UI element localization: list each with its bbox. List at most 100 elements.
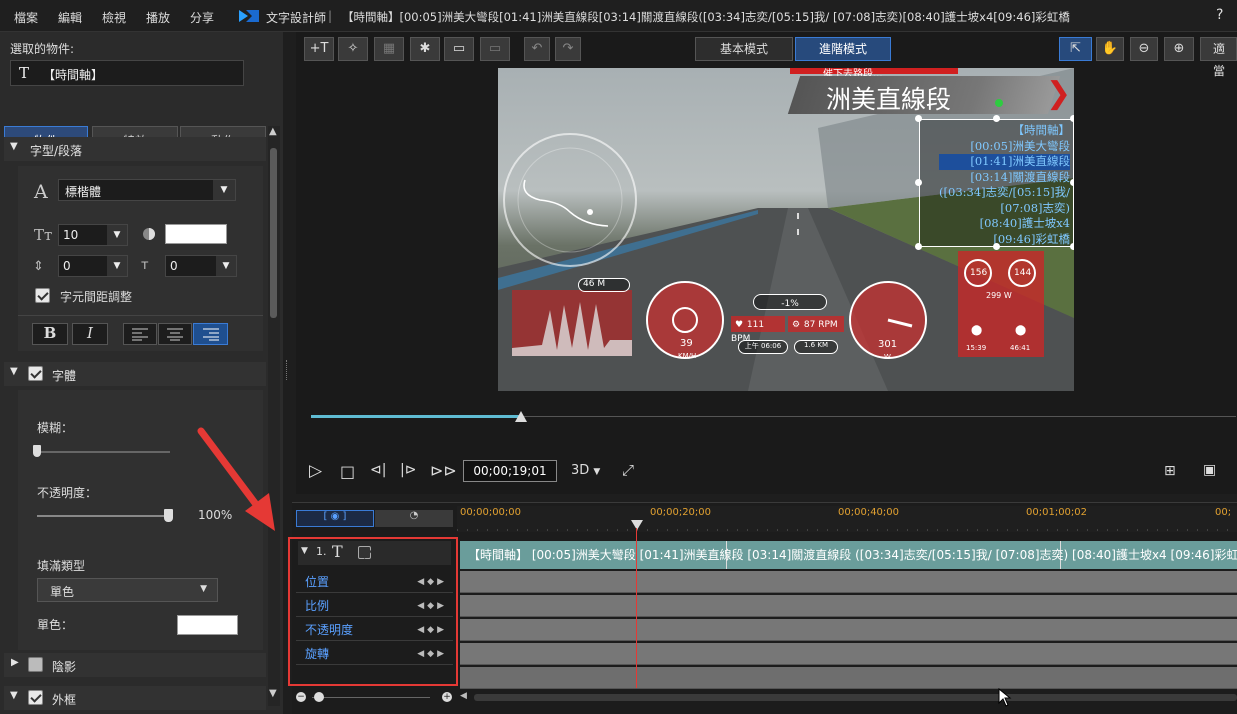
play-button[interactable]: ▷	[309, 461, 322, 481]
zoom-in-icon: ⊕	[1173, 41, 1185, 56]
timeline-zoom-thumb[interactable]	[314, 692, 324, 702]
scroll-left-icon[interactable]: ◀	[460, 691, 467, 701]
menu-play[interactable]: 播放	[146, 9, 170, 26]
timeline-horizontal-scrollbar[interactable]	[474, 694, 1237, 701]
resize-handle[interactable]	[915, 179, 922, 186]
insert-image-button[interactable]: ▦	[374, 37, 404, 61]
undo-button[interactable]: ↶	[524, 37, 550, 61]
text-section-checkbox[interactable]	[28, 366, 43, 381]
scrollbar-thumb[interactable]	[270, 148, 277, 318]
shadow-checkbox[interactable]	[28, 657, 43, 672]
insert-effect-button[interactable]: ✱	[410, 37, 440, 61]
blur-slider-thumb[interactable]	[33, 445, 41, 457]
solid-color-swatch[interactable]	[177, 615, 238, 635]
menu-edit[interactable]: 編輯	[58, 9, 82, 26]
resize-handle[interactable]	[915, 115, 922, 122]
text-section-title: 字體	[52, 369, 77, 383]
resize-handle[interactable]	[993, 243, 1000, 250]
timeline-view-button[interactable]: [ ◉ ]	[296, 510, 374, 527]
menu-share[interactable]: 分享	[190, 9, 214, 26]
align-left-button[interactable]	[123, 323, 157, 345]
cadence-badge: ⚙ 87 RPM	[788, 316, 844, 332]
scroll-up-icon[interactable]: ▲	[269, 126, 277, 137]
scrubber-track[interactable]	[520, 416, 1236, 417]
selected-object-field[interactable]: T 【時間軸】	[10, 60, 244, 86]
insert-background-button[interactable]: ▭	[480, 37, 510, 61]
hr-left-value: 156	[970, 268, 988, 278]
resize-handle[interactable]	[1070, 243, 1074, 250]
timeline-zoom-track[interactable]	[312, 697, 430, 698]
panel-splitter[interactable]	[286, 360, 289, 380]
shadow-section-header[interactable]: ▶ 陰影	[4, 653, 266, 677]
rotate-handle[interactable]	[995, 99, 1003, 107]
font-paragraph-section-header[interactable]: ▼ 字型/段落	[4, 137, 266, 161]
timeline-zoom-out-icon[interactable]: −	[296, 692, 306, 702]
insert-particle-button[interactable]: ✧	[338, 37, 368, 61]
italic-button[interactable]: I	[72, 323, 108, 345]
display-mode-button[interactable]: ▣	[1203, 462, 1216, 478]
3d-toggle[interactable]: 3D ▼	[571, 463, 600, 478]
keyframe-row-opacity[interactable]	[460, 619, 1237, 641]
resize-handle[interactable]	[1070, 115, 1074, 122]
video-preview[interactable]: 催下去路段... 洲美直線段 ❯ 【時間軸】 [00:05]洲美大彎段 [01:…	[498, 68, 1074, 391]
zoom-out-button[interactable]: ⊖	[1130, 37, 1158, 61]
playhead-handle[interactable]	[631, 520, 643, 530]
shoe-right-icon: ⬤	[1015, 325, 1027, 336]
keyframe-row-rotation[interactable]	[460, 643, 1237, 665]
fullscreen-button[interactable]: ⤢	[622, 461, 634, 479]
font-icon: A	[34, 181, 48, 203]
opacity-slider-thumb[interactable]	[164, 509, 173, 522]
keyframe-row-position[interactable]	[460, 571, 1237, 593]
cadence-icon: ⚙	[792, 320, 801, 330]
zoom-fit-select[interactable]: 適當	[1200, 37, 1237, 78]
font-color-swatch[interactable]	[165, 224, 227, 244]
scrubber-progress[interactable]	[311, 415, 520, 418]
redo-button[interactable]: ↷	[555, 37, 581, 61]
insert-shape-button[interactable]: ▭	[444, 37, 474, 61]
opacity-slider-track[interactable]	[37, 515, 173, 517]
panel-scrollbar[interactable]: ▲ ▼	[268, 126, 280, 706]
timeline-zoom-in-icon[interactable]: +	[442, 692, 452, 702]
border-section-header[interactable]: ▼ 外框	[4, 686, 266, 710]
help-button[interactable]: ?	[1216, 7, 1223, 23]
line-spacing-select[interactable]: 0 ▼	[58, 255, 128, 277]
advanced-mode-button[interactable]: 進階模式	[795, 37, 891, 61]
keyframe-row-scale[interactable]	[460, 595, 1237, 617]
kerning-label: 字元間距調整	[60, 290, 133, 304]
char-spacing-select[interactable]: 0 ▼	[165, 255, 237, 277]
border-checkbox[interactable]	[28, 690, 43, 705]
menu-view[interactable]: 檢視	[102, 9, 126, 26]
basic-mode-button[interactable]: 基本模式	[695, 37, 793, 61]
stop-button[interactable]: □	[340, 462, 355, 481]
kerning-checkbox[interactable]	[35, 288, 50, 303]
resize-handle[interactable]	[993, 115, 1000, 122]
zoom-in-button[interactable]: ⊕	[1164, 37, 1194, 61]
clock-view-button[interactable]: ◔	[375, 510, 453, 527]
next-frame-button[interactable]: |⊳	[400, 462, 416, 478]
fill-type-select[interactable]: 單色 ▼	[37, 578, 218, 602]
timeline-ruler[interactable]: 00;00;00;00 00;00;20;00 00;00;40;00 00;0…	[457, 506, 1237, 532]
fast-forward-button[interactable]: ⊳⊳	[430, 461, 457, 480]
route-map-widget	[503, 133, 637, 267]
select-move-button[interactable]: ⇱	[1059, 37, 1092, 61]
prev-frame-button[interactable]: ⊲|	[370, 462, 386, 478]
font-select[interactable]: 標楷體 ▼	[58, 179, 236, 201]
blur-slider-track[interactable]	[37, 451, 170, 453]
resize-handle[interactable]	[915, 243, 922, 250]
bold-button[interactable]: B	[32, 323, 68, 345]
align-right-button[interactable]	[193, 323, 228, 345]
align-center-button[interactable]	[158, 323, 192, 345]
scrubber-thumb[interactable]	[515, 411, 527, 422]
menu-file[interactable]: 檔案	[14, 9, 38, 26]
timeline-text-object[interactable]: 【時間軸】 [00:05]洲美大彎段 [01:41]洲美直線段 [03:14]關…	[919, 119, 1074, 247]
scroll-down-icon[interactable]: ▼	[269, 688, 277, 699]
safe-zone-button[interactable]: ⊞	[1164, 463, 1176, 479]
font-size-select[interactable]: 10 ▼	[58, 224, 128, 246]
text-clip[interactable]: 【時間軸】 [00:05]洲美大彎段 [01:41]洲美直線段 [03:14]關…	[460, 541, 1237, 569]
hand-tool-button[interactable]: ✋	[1096, 37, 1124, 61]
resize-handle[interactable]	[1070, 179, 1074, 186]
timecode-field[interactable]: 00;00;19;01	[463, 460, 557, 482]
overlay-line: [01:41]洲美直線段	[939, 154, 1070, 170]
text-section-header[interactable]: ▼ 字體	[4, 362, 266, 386]
insert-text-button[interactable]: +T	[304, 37, 334, 61]
